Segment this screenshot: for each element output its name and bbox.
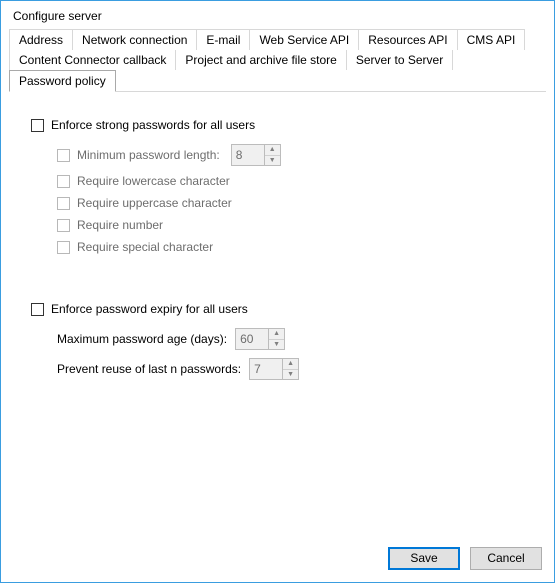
dialog-title: Configure server	[1, 1, 554, 29]
tab-server-to-server[interactable]: Server to Server	[346, 50, 453, 70]
enforce-expiry-checkbox[interactable]	[31, 303, 44, 316]
tab-strip: AddressNetwork connectionE-mailWeb Servi…	[1, 29, 554, 92]
req-special-label: Require special character	[77, 240, 213, 254]
tab-content: Enforce strong passwords for all users M…	[1, 92, 554, 380]
chevron-up-icon[interactable]: ▲	[265, 145, 280, 156]
req-special-checkbox[interactable]	[57, 241, 70, 254]
chevron-down-icon[interactable]: ▼	[283, 370, 298, 380]
req-lower-label: Require lowercase character	[77, 174, 230, 188]
max-age-input[interactable]	[235, 328, 269, 350]
min-length-input[interactable]	[231, 144, 265, 166]
tab-password-policy[interactable]: Password policy	[9, 70, 116, 92]
tab-web-service-api[interactable]: Web Service API	[249, 29, 359, 50]
cancel-button[interactable]: Cancel	[470, 547, 542, 570]
reuse-label: Prevent reuse of last n passwords:	[57, 362, 241, 376]
req-upper-label: Require uppercase character	[77, 196, 232, 210]
req-upper-checkbox[interactable]	[57, 197, 70, 210]
tab-address[interactable]: Address	[9, 29, 73, 50]
strong-password-group: Enforce strong passwords for all users M…	[55, 118, 526, 254]
tab-network-connection[interactable]: Network connection	[72, 29, 197, 50]
tab-resources-api[interactable]: Resources API	[358, 29, 457, 50]
max-age-label: Maximum password age (days):	[57, 332, 227, 346]
chevron-up-icon[interactable]: ▲	[283, 359, 298, 370]
reuse-spinner[interactable]: ▲ ▼	[249, 358, 299, 380]
min-length-checkbox[interactable]	[57, 149, 70, 162]
tab-content-connector-callback[interactable]: Content Connector callback	[9, 50, 176, 70]
dialog-buttons: Save Cancel	[388, 547, 542, 570]
max-age-spinner[interactable]: ▲ ▼	[235, 328, 285, 350]
tab-e-mail[interactable]: E-mail	[196, 29, 250, 50]
chevron-down-icon[interactable]: ▼	[269, 340, 284, 350]
min-length-label: Minimum password length:	[77, 148, 220, 162]
reuse-input[interactable]	[249, 358, 283, 380]
expiry-group: Enforce password expiry for all users Ma…	[55, 302, 526, 380]
enforce-strong-label: Enforce strong passwords for all users	[51, 118, 255, 132]
min-length-spinner[interactable]: ▲ ▼	[231, 144, 281, 166]
tab-cms-api[interactable]: CMS API	[457, 29, 526, 50]
enforce-expiry-label: Enforce password expiry for all users	[51, 302, 248, 316]
chevron-up-icon[interactable]: ▲	[269, 329, 284, 340]
tab-project-and-archive-file-store[interactable]: Project and archive file store	[175, 50, 346, 70]
req-number-checkbox[interactable]	[57, 219, 70, 232]
enforce-strong-checkbox[interactable]	[31, 119, 44, 132]
req-lower-checkbox[interactable]	[57, 175, 70, 188]
req-number-label: Require number	[77, 218, 163, 232]
chevron-down-icon[interactable]: ▼	[265, 156, 280, 166]
save-button[interactable]: Save	[388, 547, 460, 570]
